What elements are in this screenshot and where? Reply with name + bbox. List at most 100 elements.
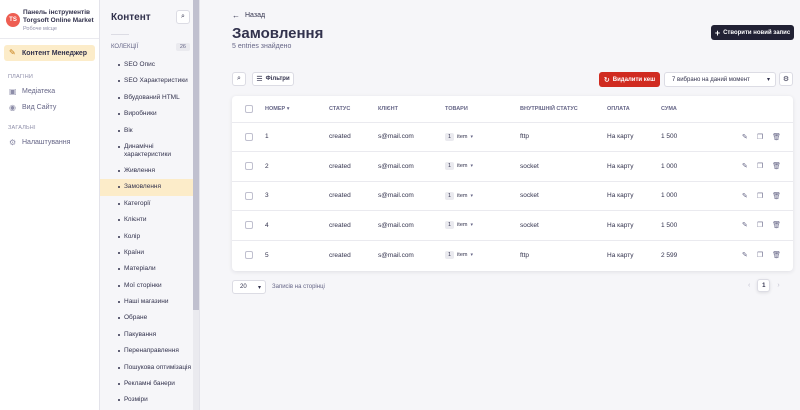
collection-item[interactable]: Матеріали xyxy=(100,261,199,277)
table-row[interactable]: 4 created s@mail.com 1 item ▾ socket На карту 1 … xyxy=(232,210,793,241)
entries-table: НОМЕР ▾ СТАТУС КЛІЄНТ ТОВАРИ ВНУТРІШНІЙ … xyxy=(232,96,793,270)
subnav-scrollbar[interactable] xyxy=(193,0,199,410)
table-search-button[interactable]: ⌕ xyxy=(232,72,246,86)
nav-item-media[interactable]: ▣ Медіатека xyxy=(0,83,99,99)
locale-select[interactable]: 7 вибрано на даний момент ▾ xyxy=(664,72,776,87)
collection-item[interactable]: Розміри xyxy=(100,392,199,408)
trash-icon[interactable]: 🗑 xyxy=(772,133,781,141)
collection-item-label: Динамічні характеристики xyxy=(124,142,172,158)
collection-item-label: Обране xyxy=(124,314,148,322)
nav-item-label: Медіатека xyxy=(22,87,56,95)
collection-item-label: Рекламні банери xyxy=(124,380,175,388)
items-label: item xyxy=(457,133,468,140)
collection-item[interactable]: Наші магазини xyxy=(100,294,199,310)
collection-item-label: Замовлення xyxy=(124,183,162,191)
items-badge[interactable]: 1 item ▾ xyxy=(445,221,473,230)
column-header-client[interactable]: КЛІЄНТ xyxy=(378,96,445,123)
cell-sum: 2 599 xyxy=(661,251,678,259)
collection-item[interactable]: Динамічні характеристики xyxy=(100,139,199,163)
edit-icon[interactable]: ✎ xyxy=(742,133,748,141)
collection-item[interactable]: Категорії xyxy=(100,196,199,212)
trash-icon[interactable]: 🗑 xyxy=(772,162,781,170)
items-badge[interactable]: 1 item ▾ xyxy=(445,132,473,141)
column-header-number[interactable]: НОМЕР ▾ xyxy=(265,96,329,123)
collection-item[interactable]: Обране xyxy=(100,310,199,326)
duplicate-icon[interactable]: ❐ xyxy=(757,162,763,170)
cell-payment: На карту xyxy=(607,151,661,182)
nav-item-settings[interactable]: ⚙ Налаштування xyxy=(0,134,99,150)
items-badge[interactable]: 1 item ▾ xyxy=(445,162,473,171)
collection-item[interactable]: Виробники xyxy=(100,106,199,122)
page-button-current[interactable]: 1 xyxy=(757,279,771,292)
collection-item[interactable]: Пакування xyxy=(100,327,199,343)
cell-internal-status: socket xyxy=(520,210,607,241)
collections-label: КОЛЕКЦІЇ xyxy=(111,44,139,50)
collection-item[interactable]: SEO Опис xyxy=(100,57,199,73)
edit-icon[interactable]: ✎ xyxy=(742,192,748,200)
scrollbar-thumb[interactable] xyxy=(193,0,199,310)
collection-item[interactable]: Клієнти xyxy=(100,212,199,228)
trash-icon[interactable]: 🗑 xyxy=(772,251,781,259)
collection-item[interactable]: Колір xyxy=(100,229,199,245)
collection-item[interactable]: Рекламні банери xyxy=(100,376,199,392)
table-row[interactable]: 3 created s@mail.com 1 item ▾ socket На карту 1 … xyxy=(232,181,793,211)
cell-payment: На карту xyxy=(607,251,634,259)
duplicate-icon[interactable]: ❐ xyxy=(757,192,763,200)
create-entry-button[interactable]: + Створити новий запис xyxy=(711,25,794,40)
select-all-checkbox[interactable] xyxy=(245,104,253,113)
collection-item[interactable]: Країни xyxy=(100,245,199,261)
column-header-sum[interactable]: СУМА xyxy=(661,96,713,123)
cell-items: 1 item ▾ xyxy=(445,122,520,152)
collection-item-label: Колір xyxy=(124,232,141,240)
column-header-internal-status[interactable]: ВНУТРІШНІЙ СТАТУС xyxy=(520,96,607,123)
collections-list: SEO Опис SEO Характеристики Вбудований HTM… xyxy=(100,57,199,409)
chevron-right-icon[interactable]: › xyxy=(777,282,779,289)
actions-header xyxy=(713,96,793,123)
row-checkbox[interactable] xyxy=(245,162,253,171)
collection-item[interactable]: Замовлення xyxy=(100,179,199,196)
nav-item-site[interactable]: ◉ Вид Сайту xyxy=(0,99,99,115)
column-header-status[interactable]: СТАТУС xyxy=(329,96,378,123)
duplicate-icon[interactable]: ❐ xyxy=(757,251,763,259)
cell-sum: 1 500 xyxy=(661,122,713,152)
row-checkbox[interactable] xyxy=(245,221,253,230)
collection-item[interactable]: Пошукова оптимізація xyxy=(100,360,199,376)
filters-button[interactable]: ☰ Фільтри xyxy=(252,72,294,86)
collection-item[interactable]: Перенаправлення xyxy=(100,343,199,359)
row-checkbox[interactable] xyxy=(245,251,253,259)
chevron-left-icon[interactable]: ‹ xyxy=(748,282,750,289)
table-row[interactable]: 5 created s@mail.com 1 item ▾ fttp На карту 2 59… xyxy=(232,240,793,270)
edit-icon[interactable]: ✎ xyxy=(742,251,748,259)
trash-icon[interactable]: 🗑 xyxy=(772,221,781,229)
delete-cache-button[interactable]: ↻ Видалити кеш xyxy=(599,72,660,87)
table-row[interactable]: 2 created s@mail.com 1 item ▾ socket На карту 1 … xyxy=(232,151,793,182)
gear-icon: ⚙ xyxy=(782,76,790,83)
trash-icon[interactable]: 🗑 xyxy=(772,192,781,200)
items-badge[interactable]: 1 item ▾ xyxy=(445,191,473,200)
collection-item[interactable]: SEO Характеристики xyxy=(100,73,199,89)
edit-icon[interactable]: ✎ xyxy=(742,162,748,170)
collection-item[interactable]: Живлення xyxy=(100,163,199,179)
table-row[interactable]: 1 created s@mail.com 1 item ▾ fttp На карту 1 50… xyxy=(232,122,793,152)
items-badge[interactable]: 1 item ▾ xyxy=(445,251,473,259)
collection-item[interactable]: Вбудований HTML xyxy=(100,90,199,106)
back-link[interactable]: ← Назад xyxy=(232,11,265,20)
subnav-search-button[interactable]: ⌕ xyxy=(176,10,190,24)
filter-icon: ☰ xyxy=(256,76,263,83)
entries-table-card: НОМЕР ▾ СТАТУС КЛІЄНТ ТОВАРИ ВНУТРІШНІЙ … xyxy=(232,96,793,271)
row-checkbox[interactable] xyxy=(245,191,253,200)
cell-sum: 1 000 xyxy=(661,151,713,182)
page-size-select[interactable]: 20 ▾ xyxy=(232,280,266,294)
table-settings-button[interactable]: ⚙ xyxy=(779,72,793,86)
nav-item-content-manager[interactable]: ✎ Контент Менеджер xyxy=(4,45,95,61)
column-header-payment[interactable]: ОПЛАТА xyxy=(607,96,661,123)
duplicate-icon[interactable]: ❐ xyxy=(757,133,763,141)
cell-actions: ✎ ❐ 🗑 xyxy=(713,240,793,270)
collection-item[interactable]: Вік xyxy=(100,123,199,139)
cell-status: created xyxy=(329,210,378,241)
row-checkbox[interactable] xyxy=(245,132,253,141)
edit-icon[interactable]: ✎ xyxy=(742,221,748,229)
duplicate-icon[interactable]: ❐ xyxy=(757,221,763,229)
column-header-items[interactable]: ТОВАРИ xyxy=(445,96,520,123)
collection-item[interactable]: Мої сторінки xyxy=(100,278,199,294)
